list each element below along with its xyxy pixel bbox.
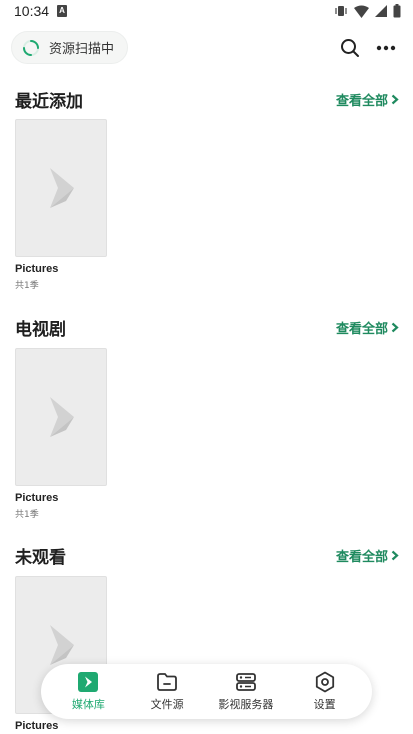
section-title: 电视剧 — [15, 320, 66, 340]
tab-settings[interactable]: 设置 — [297, 671, 353, 712]
chevron-right-icon — [391, 322, 399, 333]
battery-icon — [393, 4, 401, 18]
poster-placeholder — [15, 348, 107, 486]
bottom-tab-bar: 媒体库 文件源 影视服务器 设置 — [41, 664, 372, 719]
tab-media-server[interactable]: 影视服务器 — [218, 671, 274, 712]
chevron-right-icon — [391, 94, 399, 105]
play-placeholder-icon — [50, 168, 74, 208]
cell-signal-icon — [375, 5, 387, 17]
wifi-icon — [354, 5, 369, 18]
more-options-button[interactable] — [375, 37, 397, 59]
scan-status-label: 资源扫描中 — [49, 42, 115, 57]
play-placeholder-icon — [50, 397, 74, 437]
see-all-link[interactable]: 查看全部 — [336, 318, 399, 337]
vibrate-icon — [335, 6, 347, 16]
media-card[interactable]: Pictures 共1季 — [15, 119, 107, 291]
see-all-link[interactable]: 查看全部 — [336, 90, 399, 109]
status-indicators — [334, 4, 401, 18]
tab-file-source[interactable]: 文件源 — [139, 671, 195, 712]
see-all-label: 查看全部 — [335, 322, 388, 337]
card-title: Pictures — [15, 263, 59, 275]
media-library-icon — [78, 672, 99, 692]
loading-spinner-icon — [23, 39, 39, 56]
more-dots-icon — [376, 45, 396, 51]
tab-label: 文件源 — [150, 698, 184, 711]
card-subtitle: 共1季 — [15, 281, 39, 291]
tab-label: 设置 — [313, 698, 336, 711]
section-title: 最近添加 — [15, 92, 83, 112]
folder-icon — [157, 673, 178, 691]
chevron-right-icon — [391, 550, 399, 561]
card-subtitle: 共1季 — [15, 510, 39, 520]
settings-icon — [315, 671, 334, 693]
notification-icon: A — [57, 5, 67, 17]
search-icon — [341, 39, 359, 57]
scan-status-pill[interactable]: 资源扫描中 — [11, 31, 129, 64]
see-all-label: 查看全部 — [335, 94, 388, 109]
status-time: 10:34 — [14, 3, 50, 19]
status-bar: 10:34 A — [0, 0, 413, 24]
server-icon — [235, 673, 256, 691]
see-all-label: 查看全部 — [335, 550, 388, 565]
see-all-link[interactable]: 查看全部 — [336, 546, 399, 565]
search-button[interactable] — [339, 37, 361, 59]
card-title: Pictures — [15, 720, 59, 732]
media-card[interactable]: Pictures 共1季 — [15, 348, 107, 520]
poster-placeholder — [15, 119, 107, 257]
play-placeholder-icon — [50, 625, 74, 665]
tab-media-library[interactable]: 媒体库 — [60, 671, 116, 712]
top-bar: 资源扫描中 — [0, 31, 413, 65]
tab-label: 影视服务器 — [218, 698, 274, 711]
card-title: Pictures — [15, 492, 59, 504]
tab-label: 媒体库 — [71, 698, 105, 711]
section-title: 未观看 — [15, 548, 66, 568]
